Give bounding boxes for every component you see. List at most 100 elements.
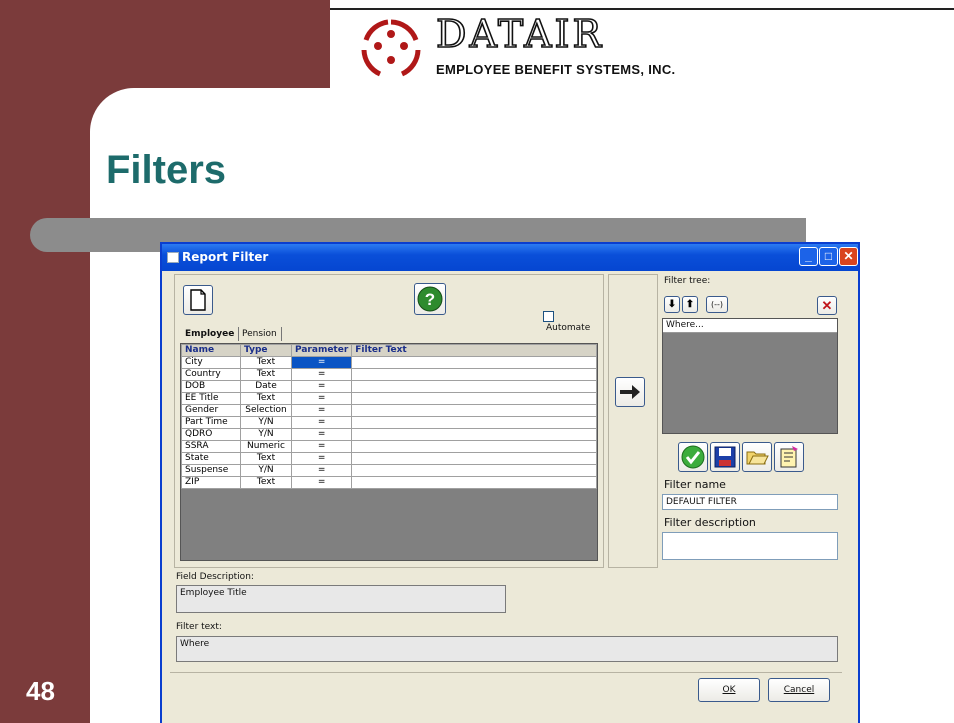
cell-filter-text[interactable]: [351, 416, 597, 429]
maximize-button[interactable]: □: [819, 247, 838, 266]
datair-logo-icon: [361, 19, 421, 77]
cell-parameter[interactable]: =: [290, 404, 353, 417]
new-filter-button[interactable]: [183, 285, 213, 315]
save-as-filter-button[interactable]: [774, 442, 804, 472]
table-row[interactable]: State Text =: [181, 452, 597, 465]
add-to-filter-button[interactable]: [615, 377, 645, 407]
tree-root-node[interactable]: Where...: [663, 319, 837, 333]
cell-parameter[interactable]: =: [290, 452, 353, 465]
cell-filter-text[interactable]: [351, 392, 597, 405]
cell-name[interactable]: Suspense: [181, 464, 241, 477]
cell-filter-text[interactable]: [351, 404, 597, 417]
col-parameter-header[interactable]: Parameter: [290, 344, 353, 357]
table-row[interactable]: Suspense Y/N =: [181, 464, 597, 477]
minimize-button[interactable]: _: [799, 247, 818, 266]
cell-name[interactable]: City: [181, 356, 241, 369]
tab-employee[interactable]: Employee: [181, 327, 240, 341]
ok-button[interactable]: OK: [698, 678, 760, 702]
close-button[interactable]: ✕: [839, 247, 858, 266]
cell-type[interactable]: Text: [240, 356, 292, 369]
window-title: Report Filter: [182, 250, 269, 264]
cell-name[interactable]: EE Title: [181, 392, 241, 405]
col-filter-text-header[interactable]: Filter Text: [351, 344, 597, 357]
slide-left-bar: [0, 0, 90, 723]
table-row[interactable]: ZIP Text =: [181, 476, 597, 489]
col-name-header[interactable]: Name: [181, 344, 241, 357]
cell-type[interactable]: Text: [240, 476, 292, 489]
cell-parameter[interactable]: =: [290, 380, 353, 393]
cell-type[interactable]: Text: [240, 452, 292, 465]
cell-filter-text[interactable]: [351, 428, 597, 441]
cell-parameter[interactable]: =: [290, 368, 353, 381]
col-type-header[interactable]: Type: [240, 344, 292, 357]
move-down-button[interactable]: ⬇: [664, 296, 680, 313]
cell-filter-text[interactable]: [351, 380, 597, 393]
window-app-icon: [167, 252, 179, 263]
cell-name[interactable]: QDRO: [181, 428, 241, 441]
cell-name[interactable]: Part Time: [181, 416, 241, 429]
cell-type[interactable]: Date: [240, 380, 292, 393]
cell-filter-text[interactable]: [351, 356, 597, 369]
cell-name[interactable]: DOB: [181, 380, 241, 393]
filter-description-input[interactable]: [662, 532, 838, 560]
cell-filter-text[interactable]: [351, 452, 597, 465]
slide-top-bar: [0, 0, 330, 88]
table-row[interactable]: EE Title Text =: [181, 392, 597, 405]
open-filter-button[interactable]: [742, 442, 772, 472]
cell-filter-text[interactable]: [351, 476, 597, 489]
cell-parameter[interactable]: =: [290, 440, 353, 453]
automate-checkbox[interactable]: [543, 311, 554, 322]
cell-type[interactable]: Y/N: [240, 464, 292, 477]
cell-parameter[interactable]: =: [290, 464, 353, 477]
cell-name[interactable]: ZIP: [181, 476, 241, 489]
slide-top-line: [330, 8, 954, 10]
cancel-button[interactable]: Cancel: [768, 678, 830, 702]
cell-type[interactable]: Y/N: [240, 428, 292, 441]
right-arrow-icon: [620, 385, 640, 399]
cell-name[interactable]: State: [181, 452, 241, 465]
help-button[interactable]: ?: [414, 283, 446, 315]
table-row[interactable]: Gender Selection =: [181, 404, 597, 417]
cell-name[interactable]: Gender: [181, 404, 241, 417]
cell-filter-text[interactable]: [351, 464, 597, 477]
tab-pension[interactable]: Pension: [238, 327, 282, 341]
apply-button[interactable]: [678, 442, 708, 472]
bottom-divider: [170, 672, 842, 673]
svg-text:?: ?: [425, 290, 435, 309]
table-row[interactable]: City Text =: [181, 356, 597, 369]
field-description-label: Field Description:: [176, 572, 254, 582]
cell-filter-text[interactable]: [351, 440, 597, 453]
logo-subtitle: EMPLOYEE BENEFIT SYSTEMS, INC.: [436, 62, 676, 77]
cell-parameter[interactable]: =: [290, 356, 353, 369]
help-question-icon: ?: [417, 286, 443, 312]
cell-type[interactable]: Text: [240, 368, 292, 381]
save-filter-button[interactable]: [710, 442, 740, 472]
filter-text-box: Where: [176, 636, 838, 662]
filter-tree[interactable]: Where...: [662, 318, 838, 434]
cell-name[interactable]: Country: [181, 368, 241, 381]
cell-parameter[interactable]: =: [290, 428, 353, 441]
cell-type[interactable]: Y/N: [240, 416, 292, 429]
cell-parameter[interactable]: =: [290, 392, 353, 405]
table-row[interactable]: Country Text =: [181, 368, 597, 381]
parenthesis-button[interactable]: (--): [706, 296, 728, 313]
cell-name[interactable]: SSRA: [181, 440, 241, 453]
automate-checkbox-row[interactable]: Automate: [543, 311, 603, 333]
table-row[interactable]: Part Time Y/N =: [181, 416, 597, 429]
cell-parameter[interactable]: =: [290, 416, 353, 429]
filter-document-icon: [780, 446, 798, 468]
table-row[interactable]: QDRO Y/N =: [181, 428, 597, 441]
fields-group: ? Automate Employee Pension Name Type Pa…: [174, 274, 604, 568]
delete-node-button[interactable]: ✕: [817, 296, 837, 315]
cell-filter-text[interactable]: [351, 368, 597, 381]
window-titlebar[interactable]: Report Filter _ □ ✕: [162, 244, 858, 271]
cell-parameter[interactable]: =: [290, 476, 353, 489]
cell-type[interactable]: Selection: [240, 404, 292, 417]
table-row[interactable]: SSRA Numeric =: [181, 440, 597, 453]
checkmark-icon: [681, 445, 705, 469]
table-row[interactable]: DOB Date =: [181, 380, 597, 393]
cell-type[interactable]: Numeric: [240, 440, 292, 453]
move-up-button[interactable]: ⬆: [682, 296, 698, 313]
cell-type[interactable]: Text: [240, 392, 292, 405]
filter-name-input[interactable]: DEFAULT FILTER: [662, 494, 838, 510]
